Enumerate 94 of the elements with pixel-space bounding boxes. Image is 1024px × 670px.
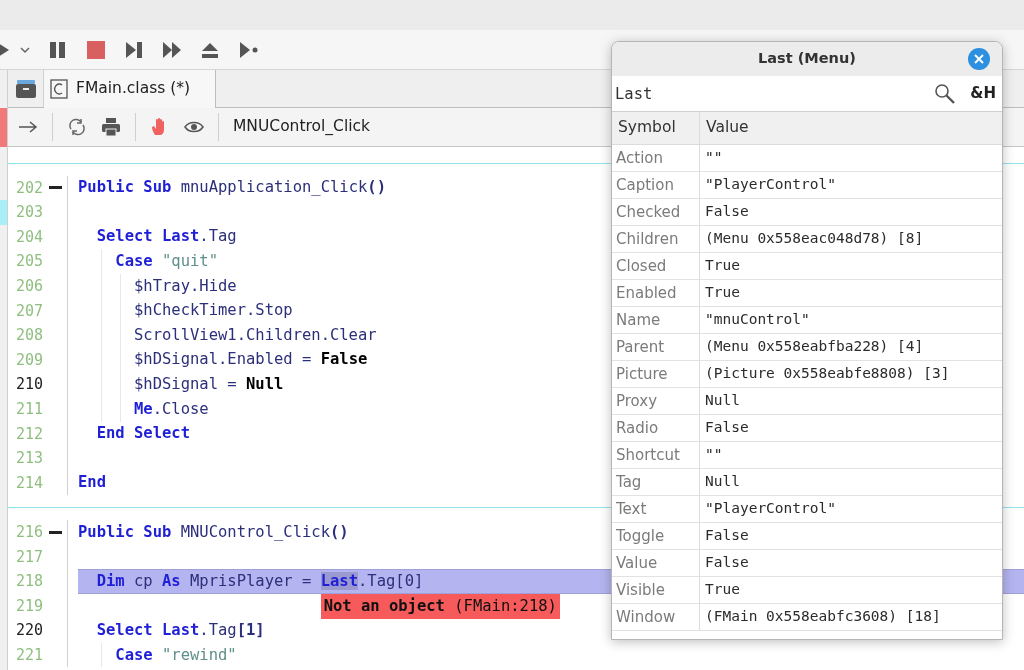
archive-icon — [14, 78, 37, 99]
symbol-cell: Tag — [612, 469, 700, 495]
line-number: 203 — [15, 202, 43, 224]
value-cell-text: False — [704, 202, 750, 222]
value-cell-text: "" — [704, 445, 724, 465]
code-line: End Select — [95, 423, 190, 445]
line-number: 220 — [15, 620, 43, 642]
code-line: ScrollView1.Children.Clear — [133, 324, 377, 346]
value-cell-text: (FMain 0x558eabfc3608) [18] — [704, 607, 942, 627]
hex-button[interactable]: &H — [970, 82, 996, 105]
code-line: $hDSignal = Null — [133, 374, 284, 395]
value-cell-text: (Menu 0x558eabfba228) [4] — [704, 337, 925, 357]
code-line: End — [78, 472, 106, 494]
value-cell-text: (Picture 0x558eabfe8808) [3] — [704, 364, 951, 384]
refresh-icon[interactable] — [67, 117, 87, 137]
fold-icon[interactable] — [48, 186, 62, 190]
fold-icon[interactable] — [48, 530, 62, 534]
line-number: 218 — [15, 571, 43, 593]
code-line: Public Sub MNUControl_Click() — [78, 521, 349, 543]
code-line: $hCheckTimer.Stop — [133, 300, 293, 322]
line-number: 214 — [15, 472, 43, 494]
line-number: 207 — [15, 300, 43, 322]
line-number: 204 — [15, 226, 43, 248]
symbol-cell: Parent — [612, 334, 700, 360]
value-cell-text: False — [704, 553, 750, 573]
arrow-right-icon[interactable] — [18, 120, 38, 134]
line-number: 221 — [15, 644, 43, 666]
close-button[interactable] — [968, 48, 990, 70]
value-cell-text: "PlayerControl" — [704, 175, 837, 195]
line-number: 209 — [15, 349, 43, 371]
file-tab[interactable]: FMain.class (*) — [44, 70, 216, 108]
line-number: 211 — [15, 399, 43, 420]
code-line: Select Last.Tag[1] — [95, 619, 265, 641]
pause-icon[interactable] — [48, 39, 68, 60]
symbol-cell: Children — [612, 226, 700, 252]
line-number: 212 — [15, 423, 43, 445]
value-cell-text: (Menu 0x558eac048d78) [8] — [704, 229, 925, 249]
value-cell-text: "mnuControl" — [704, 310, 811, 330]
play-to-point-icon[interactable] — [238, 39, 258, 60]
close-icon — [974, 54, 984, 64]
code-line: Case "rewind" — [114, 644, 237, 666]
search-icon[interactable] — [934, 82, 957, 105]
value-cell-text: "PlayerControl" — [704, 499, 837, 519]
symbol-cell: Picture — [612, 361, 700, 387]
code-line: $hTray.Hide — [133, 275, 237, 297]
symbol-cell: Text — [612, 496, 700, 522]
symbol-cell: Visible — [612, 577, 700, 603]
line-number: 213 — [15, 448, 43, 470]
value-cell-text: Null — [704, 391, 741, 411]
line-number: 205 — [15, 251, 43, 273]
class-file-icon — [50, 79, 68, 99]
code-line: Public Sub mnuApplication_Click() — [78, 177, 386, 199]
procedure-name[interactable]: MNUControl_Click — [233, 115, 371, 139]
value-cell-text: False — [704, 418, 750, 438]
column-header[interactable]: Symbol — [612, 112, 700, 144]
symbol-cell: Closed — [612, 253, 700, 279]
symbol-cell: Value — [612, 550, 700, 576]
step-icon[interactable] — [124, 39, 144, 60]
symbol-cell: Shortcut — [612, 442, 700, 468]
line-number: 208 — [15, 325, 43, 347]
value-cell-text: Null — [704, 472, 741, 492]
value-cell-text: True — [704, 256, 741, 276]
value-cell-text: "" — [704, 148, 724, 168]
popup-title: Last (Menu) — [758, 49, 856, 69]
line-number: 217 — [15, 546, 43, 568]
line-number: 216 — [15, 521, 43, 543]
code-line: Me.Close — [133, 398, 209, 420]
value-cell-text: False — [704, 526, 750, 546]
code-line: Select Last.Tag — [95, 226, 237, 248]
symbol-cell: Window — [612, 604, 700, 630]
fast-forward-icon[interactable] — [162, 39, 182, 60]
line-number: 206 — [15, 276, 43, 297]
margin-marker — [0, 108, 7, 147]
caret-icon[interactable] — [20, 45, 30, 54]
line-number: 210 — [15, 374, 43, 396]
printer-icon[interactable] — [101, 117, 121, 137]
column-header[interactable]: Value — [700, 112, 1002, 144]
symbol-cell: Caption — [612, 172, 700, 198]
code-line: Case "quit" — [114, 251, 218, 273]
stop-icon[interactable] — [86, 39, 106, 60]
value-cell-text: True — [704, 580, 741, 600]
line-number: 202 — [15, 177, 43, 199]
line-number: 219 — [15, 595, 43, 617]
code-line: $hDSignal.Enabled = False — [133, 349, 368, 371]
symbol-cell: Action — [612, 145, 700, 171]
symbol-cell: Enabled — [612, 280, 700, 306]
code-line: Dim cp As MprisPlayer = Last.Tag[0] — [95, 570, 424, 592]
symbol-cell: Toggle — [612, 523, 700, 549]
symbol-cell: Proxy — [612, 388, 700, 414]
symbol-cell: Radio — [612, 415, 700, 441]
value-cell-text: True — [704, 283, 741, 303]
symbol-cell: Checked — [612, 199, 700, 225]
error-tooltip: Not an object (FMain:218) — [320, 593, 560, 619]
symbol-cell: Name — [612, 307, 700, 333]
